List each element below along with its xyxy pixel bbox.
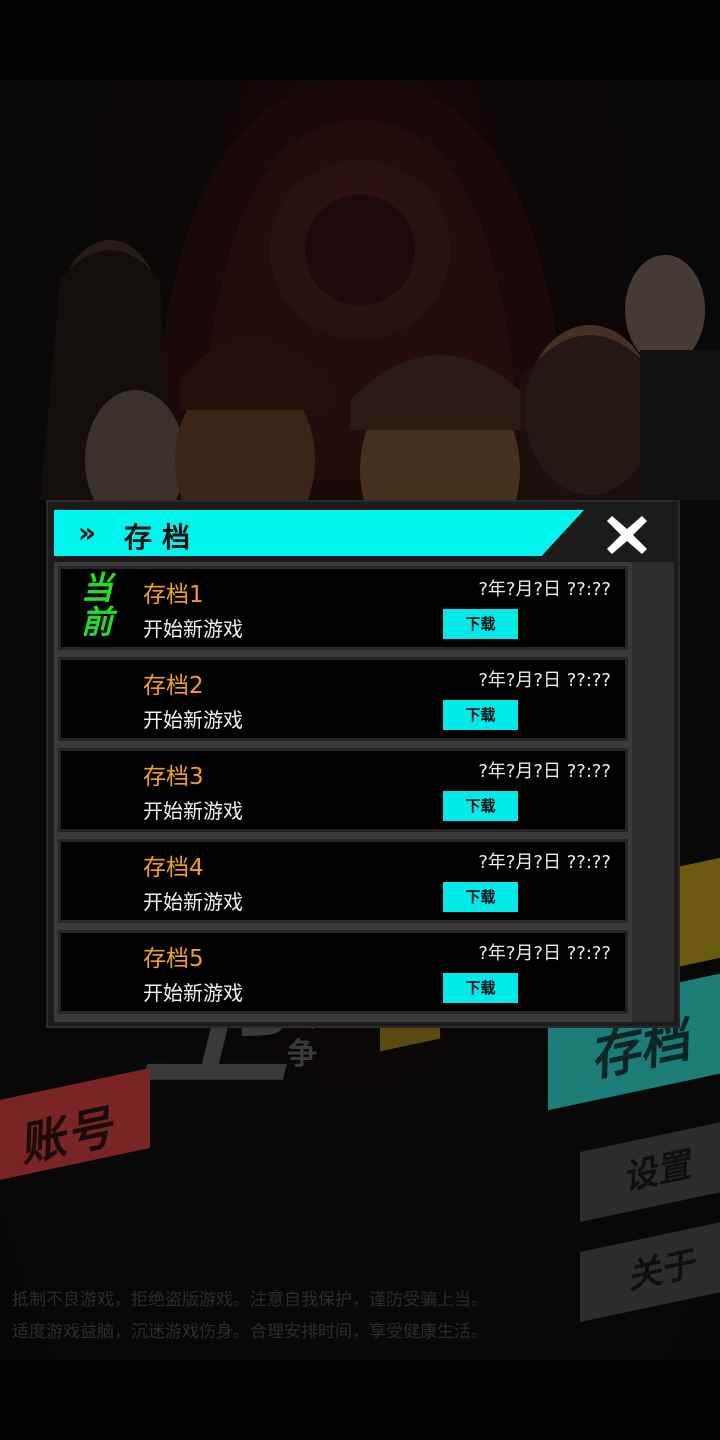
save-slot[interactable]: 存档3 开始新游戏 ?年?月?日 ??:?? 下载 — [58, 748, 628, 832]
download-button[interactable]: 下载 — [443, 609, 518, 639]
slot-date: ?年?月?日 ??:?? — [478, 670, 611, 691]
chevron-right-icon: » — [78, 516, 96, 549]
slot-status: 开始新游戏 — [143, 617, 243, 641]
slot-date: ?年?月?日 ??:?? — [478, 761, 611, 782]
save-slot[interactable]: 存档2 开始新游戏 ?年?月?日 ??:?? 下载 — [58, 657, 628, 741]
health-notice-line: 抵制不良游戏，拒绝盗版游戏。注意自我保护，谨防受骗上当。 — [12, 1290, 488, 1310]
slot-name: 存档5 — [143, 946, 204, 972]
download-button[interactable]: 下载 — [443, 791, 518, 821]
slot-name: 存档1 — [143, 582, 204, 608]
settings-menu-label: 设置 — [619, 1145, 695, 1199]
slot-name: 存档3 — [143, 764, 204, 790]
save-slot-list[interactable]: 当前 存档1 开始新游戏 ?年?月?日 ??:?? 下载 存档2 开始新游戏 ?… — [54, 562, 674, 1022]
save-slot[interactable]: 存档5 开始新游戏 ?年?月?日 ??:?? 下载 — [58, 930, 628, 1014]
slot-status: 开始新游戏 — [143, 890, 243, 914]
health-notice-line: 适度游戏益脑，沉迷游戏伤身。合理安排时间，享受健康生活。 — [12, 1322, 488, 1342]
close-icon — [607, 516, 647, 554]
logo-sub-char: 争 — [287, 1037, 317, 1072]
slot-status: 开始新游戏 — [143, 799, 243, 823]
slot-status: 开始新游戏 — [143, 981, 243, 1005]
save-slot[interactable]: 存档4 开始新游戏 ?年?月?日 ??:?? 下载 — [58, 839, 628, 923]
current-slot-badge: 当前 — [80, 569, 113, 641]
slot-date: ?年?月?日 ??:?? — [478, 943, 611, 964]
slot-name: 存档4 — [143, 855, 204, 881]
save-slot[interactable]: 当前 存档1 开始新游戏 ?年?月?日 ??:?? 下载 — [58, 566, 628, 650]
download-button[interactable]: 下载 — [443, 973, 518, 1003]
logo-accent-bar — [680, 853, 720, 967]
close-button[interactable] — [604, 512, 650, 558]
slot-status: 开始新游戏 — [143, 708, 243, 732]
scrollbar[interactable] — [632, 562, 674, 1022]
dialog-title: 存档 — [124, 521, 201, 554]
dialog-header: » 存档 — [54, 510, 584, 556]
slot-date: ?年?月?日 ??:?? — [478, 579, 611, 600]
slot-date: ?年?月?日 ??:?? — [478, 852, 611, 873]
about-menu-label: 关于 — [623, 1244, 699, 1298]
download-button[interactable]: 下载 — [443, 700, 518, 730]
download-button[interactable]: 下载 — [443, 882, 518, 912]
slot-name: 存档2 — [143, 673, 204, 699]
save-dialog: » 存档 当前 存档1 开始新游戏 ?年?月?日 ??:?? 下载 存档2 开始… — [46, 500, 680, 1028]
